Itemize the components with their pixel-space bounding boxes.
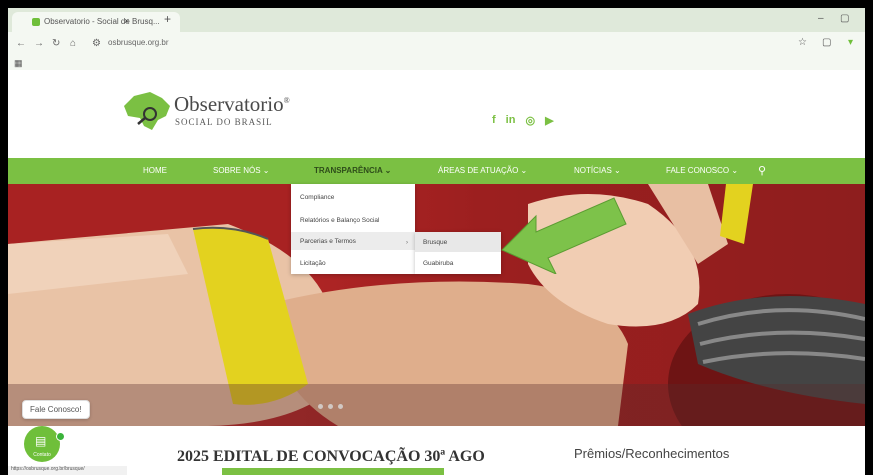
carousel-dot[interactable]	[328, 404, 333, 409]
carousel-dots	[318, 404, 343, 409]
youtube-icon[interactable]: ▶	[545, 114, 553, 127]
nav-transparencia[interactable]: TRANSPARÊNCIA ⌄	[314, 166, 391, 175]
site-header: Observatorio® SOCIAL DO BRASIL f in ◎ ▶	[8, 70, 865, 158]
nav-areas-de-atuacao[interactable]: ÁREAS DE ATUAÇÃO ⌄	[438, 166, 527, 175]
downloads-icon[interactable]: ▢	[822, 37, 831, 48]
home-icon[interactable]: ⌂	[70, 38, 76, 49]
social-links: f in ◎ ▶	[492, 114, 554, 127]
tab-title: Observatorio - Social de Brusq...	[44, 17, 160, 26]
browser-tab[interactable]: Observatorio - Social de Brusq... ×	[12, 12, 180, 32]
parcerias-submenu: Brusque Guabiruba	[415, 232, 501, 274]
linkedin-icon[interactable]: in	[506, 114, 516, 127]
premios-heading: Prêmios/Reconhecimentos	[574, 446, 730, 461]
submenu-item-brusque[interactable]: Brusque	[423, 239, 447, 246]
hero-banner	[8, 184, 865, 426]
restore-icon[interactable]: ▢	[840, 13, 849, 24]
menu-item-compliance[interactable]: Compliance	[300, 194, 334, 201]
chevron-right-icon: ›	[406, 240, 408, 246]
address-bar: ← → ↻ ⌂ ⚙ osbrusque.org.br ☆ ▢ ▾	[8, 32, 865, 56]
chat-button-label: Contato	[33, 452, 51, 458]
chat-button[interactable]: ▤ Contato	[24, 426, 60, 462]
carousel-dot[interactable]	[318, 404, 323, 409]
back-icon[interactable]: ←	[16, 38, 26, 49]
menu-item-licitacao[interactable]: Licitação	[300, 260, 326, 267]
nav-fale-conosco[interactable]: FALE CONOSCO ⌄	[666, 166, 738, 175]
logo-subtitle: SOCIAL DO BRASIL	[175, 117, 273, 127]
online-status-dot	[56, 432, 65, 441]
instagram-icon[interactable]: ◎	[525, 114, 535, 127]
carousel-dot[interactable]	[338, 404, 343, 409]
site-logo[interactable]: Observatorio® SOCIAL DO BRASIL	[120, 90, 290, 150]
facebook-icon[interactable]: f	[492, 114, 496, 127]
transparencia-dropdown: Compliance Relatórios e Balanço Social P…	[291, 184, 415, 274]
bookmarks-bar: ▦	[8, 56, 865, 70]
forward-icon[interactable]: →	[34, 38, 44, 49]
nav-sobre-nos[interactable]: SOBRE NÓS ⌄	[213, 166, 270, 175]
content-section: 2025 EDITAL DE CONVOCAÇÃO 30ª AGO Prêmio…	[8, 426, 865, 475]
edital-heading[interactable]: 2025 EDITAL DE CONVOCAÇÃO 30ª AGO	[177, 448, 485, 466]
reload-icon[interactable]: ↻	[52, 38, 60, 49]
chat-icon: ▤	[35, 434, 47, 448]
close-tab-icon[interactable]: ×	[124, 16, 129, 26]
minimize-icon[interactable]: –	[818, 13, 824, 24]
new-tab-button[interactable]: +	[164, 12, 171, 26]
submenu-item-guabiruba[interactable]: Guabiruba	[423, 260, 453, 267]
hero-photo	[8, 184, 865, 426]
menu-item-relatorios[interactable]: Relatórios e Balanço Social	[300, 217, 380, 224]
apps-grid-icon[interactable]: ▦	[14, 58, 23, 69]
url-field[interactable]: osbrusque.org.br	[108, 38, 168, 47]
extension-icon[interactable]: ▾	[848, 37, 853, 48]
site-info-icon[interactable]: ⚙	[92, 38, 101, 49]
chat-bubble[interactable]: Fale Conosco!	[22, 400, 90, 419]
nav-noticias[interactable]: NOTÍCIAS ⌄	[574, 166, 621, 175]
menu-item-parcerias[interactable]: Parcerias e Termos	[300, 238, 356, 245]
brazil-map-icon	[124, 92, 170, 130]
browser-window: ▾ Observatorio - Social de Brusq... × + …	[8, 8, 865, 475]
status-bar-url: https://osbrusque.org.br/brusque/	[8, 466, 127, 475]
annotation-arrow-icon	[501, 197, 627, 274]
edital-banner[interactable]	[222, 468, 444, 475]
logo-title: Observatorio®	[174, 92, 290, 116]
main-nav: HOME SOBRE NÓS ⌄ TRANSPARÊNCIA ⌄ ÁREAS D…	[8, 158, 865, 184]
bookmark-star-icon[interactable]: ☆	[798, 37, 807, 48]
favicon-icon	[32, 18, 40, 26]
search-icon[interactable]: ⚲	[758, 164, 766, 177]
nav-home[interactable]: HOME	[143, 166, 167, 175]
tab-bar: ▾ Observatorio - Social de Brusq... × + …	[8, 8, 865, 32]
